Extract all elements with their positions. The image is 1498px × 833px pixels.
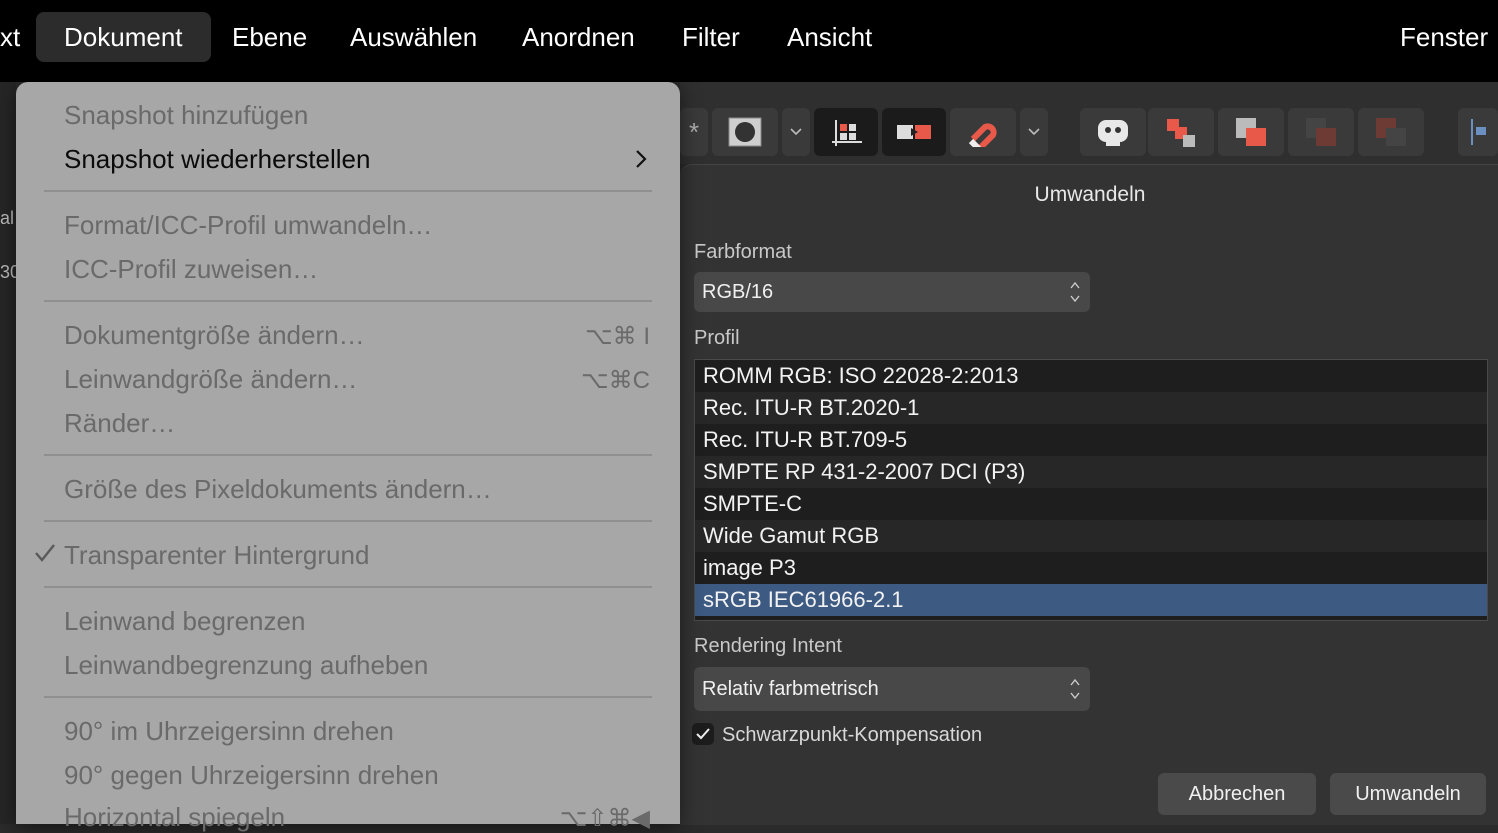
circle-mask-icon	[712, 108, 778, 156]
menu-item-snapshot-restore[interactable]: Snapshot wiederherstellen	[64, 144, 370, 175]
dialog-title: Umwandeln	[1034, 183, 1146, 206]
menu-item-clip-canvas[interactable]: Leinwand begrenzen	[64, 606, 305, 637]
magnet-icon	[950, 108, 1016, 156]
menu-separator	[44, 300, 652, 302]
convert-dialog: Umwandeln Farbformat RGB/16 Profil ROMM …	[680, 164, 1498, 825]
arrange-icon-2	[1218, 108, 1284, 156]
menu-item-transparent-background[interactable]: Transparenter Hintergrund	[64, 540, 369, 571]
arrange-icon-1	[1148, 108, 1214, 156]
intent-label: Rendering Intent	[694, 635, 842, 657]
menu-item-unclip-canvas[interactable]: Leinwandbegrenzung aufheben	[64, 650, 428, 681]
profile-item[interactable]: Wide Gamut RGB	[695, 520, 1487, 552]
menu-item-snapshot-add[interactable]: Snapshot hinzufügen	[64, 100, 308, 131]
chevron-down-icon	[782, 108, 810, 156]
magnet-dropdown[interactable]	[1020, 108, 1048, 156]
profile-item[interactable]: SMPTE-C	[695, 488, 1487, 520]
menu-fenster[interactable]: Fenster	[1400, 0, 1488, 74]
arrange-icon-4	[1358, 108, 1424, 156]
menu-item-canvas-size[interactable]: Leinwandgröße ändern…	[64, 364, 357, 395]
shortcut-document-size: ⌥⌘ I	[585, 323, 650, 350]
menu-text[interactable]: xt	[0, 0, 20, 74]
menu-item-assign-icc[interactable]: ICC-Profil zuweisen…	[64, 254, 318, 285]
mask-dropdown[interactable]	[782, 108, 810, 156]
mask-button[interactable]	[712, 108, 778, 156]
arrange-button-1[interactable]	[1148, 108, 1214, 156]
arrange-button-4[interactable]	[1358, 108, 1424, 156]
snap-grid-button[interactable]	[814, 108, 878, 156]
farbformat-value: RGB/16	[702, 281, 774, 303]
arrange-button-2[interactable]	[1218, 108, 1284, 156]
left-label-1: al	[0, 208, 15, 228]
align-button[interactable]	[1458, 108, 1498, 156]
cancel-button[interactable]: Abbrechen	[1158, 773, 1316, 815]
checkmark-icon	[35, 544, 55, 562]
align-icon	[1458, 108, 1498, 156]
menu-dokument[interactable]: Dokument	[36, 12, 211, 62]
profile-item[interactable]: ROMM RGB: ISO 22028-2:2013	[695, 360, 1487, 392]
menu-auswaehlen[interactable]: Auswählen	[350, 0, 477, 74]
asterisk-icon: *	[688, 116, 700, 147]
menu-separator	[44, 520, 652, 522]
robot-icon	[1080, 108, 1146, 156]
menu-item-borders[interactable]: Ränder…	[64, 408, 175, 439]
chevron-right-icon	[636, 150, 647, 168]
menu-item-rotate-cw[interactable]: 90° im Uhrzeigersinn drehen	[64, 716, 394, 747]
profile-item[interactable]: SMPTE RP 431-2-2007 DCI (P3)	[695, 456, 1487, 488]
menu-separator	[44, 696, 652, 698]
magnet-button[interactable]	[950, 108, 1016, 156]
menu-item-rotate-ccw[interactable]: 90° gegen Uhrzeigersinn drehen	[64, 760, 439, 791]
menu-item-resize-pixel[interactable]: Größe des Pixeldokuments ändern…	[64, 474, 492, 505]
profile-item-selected[interactable]: sRGB IEC61966-2.1	[695, 584, 1487, 616]
profile-item[interactable]: Rec. ITU-R BT.709-5	[695, 424, 1487, 456]
chevron-down-icon	[1020, 108, 1048, 156]
profile-item[interactable]: Rec. ITU-R BT.2020-1	[695, 392, 1487, 424]
menu-ansicht[interactable]: Ansicht	[787, 0, 872, 74]
assistant-button[interactable]	[1080, 108, 1146, 156]
profil-label: Profil	[694, 327, 740, 349]
menu-anordnen[interactable]: Anordnen	[522, 0, 635, 74]
intent-select[interactable]: Relativ farbmetrisch	[694, 667, 1090, 711]
profile-list[interactable]: ROMM RGB: ISO 22028-2:2013 Rec. ITU-R BT…	[694, 359, 1488, 621]
dokument-menu: Snapshot hinzufügen Snapshot wiederherst…	[16, 82, 680, 832]
menu-ebene[interactable]: Ebene	[232, 0, 307, 74]
menu-separator	[44, 586, 652, 588]
arrange-icon-3	[1288, 108, 1354, 156]
menu-separator	[44, 190, 652, 192]
toggle-button[interactable]	[882, 108, 946, 156]
stepper-arrows-icon	[1070, 678, 1080, 700]
menu-bar: xt Dokument Ebene Auswählen Anordnen Fil…	[0, 0, 1498, 82]
checkmark-icon	[696, 728, 710, 740]
menu-item-flip-horizontal[interactable]: Horizontal spiegeln	[64, 802, 285, 833]
toolbar: *	[680, 82, 1498, 164]
asterisk-button[interactable]: *	[680, 108, 708, 156]
shortcut-canvas-size: ⌥⌘C	[581, 367, 650, 394]
profile-item[interactable]: image P3	[695, 552, 1487, 584]
farbformat-select[interactable]: RGB/16	[694, 272, 1090, 312]
farbformat-label: Farbformat	[694, 241, 792, 263]
grid-snap-icon	[814, 108, 878, 156]
canvas-left-edge: al 30	[0, 82, 20, 824]
menu-filter[interactable]: Filter	[682, 0, 740, 74]
intent-value: Relativ farbmetrisch	[702, 678, 879, 700]
menu-item-document-size[interactable]: Dokumentgröße ändern…	[64, 320, 365, 351]
stepper-arrows-icon	[1070, 281, 1080, 303]
shortcut-flip: ⌥⇧⌘◀	[559, 805, 650, 832]
convert-button[interactable]: Umwandeln	[1330, 773, 1486, 815]
menu-item-convert-format[interactable]: Format/ICC-Profil umwandeln…	[64, 210, 432, 241]
arrange-button-3[interactable]	[1288, 108, 1354, 156]
toggle-icon	[882, 108, 946, 156]
menu-separator	[44, 454, 652, 456]
blackpoint-checkbox[interactable]	[692, 723, 714, 745]
blackpoint-label: Schwarzpunkt-Kompensation	[722, 724, 983, 746]
